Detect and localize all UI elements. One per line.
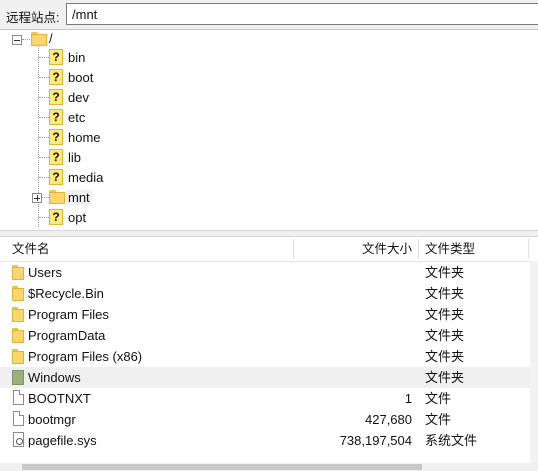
file-name: $Recycle.Bin: [28, 286, 104, 301]
file-name: Windows: [28, 370, 81, 385]
file-icon: [13, 411, 24, 426]
remote-site-label: 远程站点:: [6, 11, 60, 25]
tree-item-root[interactable]: /: [49, 31, 53, 46]
file-size: 1: [404, 391, 412, 406]
file-type: 文件夹: [425, 265, 465, 280]
expand-icon[interactable]: [32, 193, 42, 203]
list-item[interactable]: Program Files (x86) 文件夹: [0, 346, 538, 367]
system-file-icon: [13, 432, 24, 447]
list-item[interactable]: Windows 文件夹: [0, 367, 538, 388]
list-item[interactable]: ProgramData 文件夹: [0, 325, 538, 346]
file-name: pagefile.sys: [28, 433, 97, 448]
column-header-type[interactable]: 文件类型: [425, 237, 525, 261]
horizontal-scrollbar[interactable]: [0, 463, 538, 471]
folder-icon: [12, 286, 28, 301]
collapse-icon[interactable]: [12, 35, 22, 45]
list-item[interactable]: Program Files 文件夹: [0, 304, 538, 325]
tree-item-opt[interactable]: opt: [68, 210, 86, 225]
tree-item-mnt[interactable]: mnt: [66, 190, 92, 205]
tree-item-boot[interactable]: boot: [68, 70, 93, 85]
file-type: 文件夹: [425, 349, 465, 364]
file-icon: [13, 390, 24, 405]
file-size: [294, 325, 412, 346]
file-size: 738,197,504: [339, 433, 412, 448]
file-type: 文件夹: [425, 370, 465, 385]
tree-item-media[interactable]: media: [68, 170, 103, 185]
file-name: Program Files (x86): [28, 349, 143, 364]
remote-directory-tree: / ? bin ? boot ? dev ? etc ? home ? lib …: [0, 30, 538, 230]
file-size: [294, 283, 412, 304]
file-type: 文件: [425, 391, 452, 406]
file-size: [294, 346, 412, 367]
remote-file-list: 文件名 文件大小 文件类型 Users 文件夹 $Recycle.Bin 文件夹…: [0, 237, 538, 471]
folder-icon: [49, 190, 65, 204]
scrollbar-thumb[interactable]: [22, 464, 422, 470]
unknown-folder-icon: ?: [49, 169, 63, 185]
file-type: 文件: [425, 412, 452, 427]
unknown-folder-icon: ?: [49, 109, 63, 125]
remote-site-bar: 远程站点: /mnt: [0, 0, 538, 30]
tree-item-etc[interactable]: etc: [68, 110, 85, 125]
file-type: 文件夹: [425, 328, 465, 343]
file-size: [294, 367, 412, 388]
file-name: Program Files: [28, 307, 109, 322]
tree-item-lib[interactable]: lib: [68, 150, 81, 165]
list-item[interactable]: pagefile.sys 738,197,504 系统文件: [0, 430, 538, 451]
file-size: [294, 262, 412, 283]
file-name: bootmgr: [28, 412, 76, 427]
list-item[interactable]: $Recycle.Bin 文件夹: [0, 283, 538, 304]
list-header: 文件名 文件大小 文件类型: [0, 237, 538, 262]
list-item[interactable]: BOOTNXT 1 文件: [0, 388, 538, 409]
file-name: Users: [28, 265, 62, 280]
remote-path-input[interactable]: /mnt: [66, 3, 538, 25]
file-type: 系统文件: [425, 433, 478, 448]
file-type: 文件夹: [425, 286, 465, 301]
column-header-name[interactable]: 文件名: [12, 237, 292, 261]
folder-icon: [12, 265, 28, 280]
pane-splitter[interactable]: [0, 230, 538, 237]
folder-icon: [12, 328, 28, 343]
file-size: 427,680: [365, 412, 412, 427]
file-type: 文件夹: [425, 307, 465, 322]
file-name: ProgramData: [28, 328, 106, 343]
unknown-folder-icon: ?: [49, 129, 63, 145]
tree-item-bin[interactable]: bin: [68, 50, 85, 65]
tree-item-dev[interactable]: dev: [68, 90, 89, 105]
unknown-folder-icon: ?: [49, 89, 63, 105]
root-folder-icon: [31, 32, 47, 46]
column-header-size[interactable]: 文件大小: [294, 237, 412, 261]
system-folder-icon: [12, 370, 24, 385]
file-name: BOOTNXT: [28, 391, 91, 406]
unknown-folder-icon: ?: [49, 209, 63, 225]
folder-icon: [12, 307, 28, 322]
folder-icon: [12, 349, 28, 364]
list-item[interactable]: bootmgr 427,680 文件: [0, 409, 538, 430]
unknown-folder-icon: ?: [49, 149, 63, 165]
file-size: [294, 304, 412, 325]
unknown-folder-icon: ?: [49, 69, 63, 85]
unknown-folder-icon: ?: [49, 49, 63, 65]
list-item[interactable]: Users 文件夹: [0, 262, 538, 283]
tree-item-home[interactable]: home: [68, 130, 101, 145]
vertical-scrollbar[interactable]: [530, 261, 538, 471]
